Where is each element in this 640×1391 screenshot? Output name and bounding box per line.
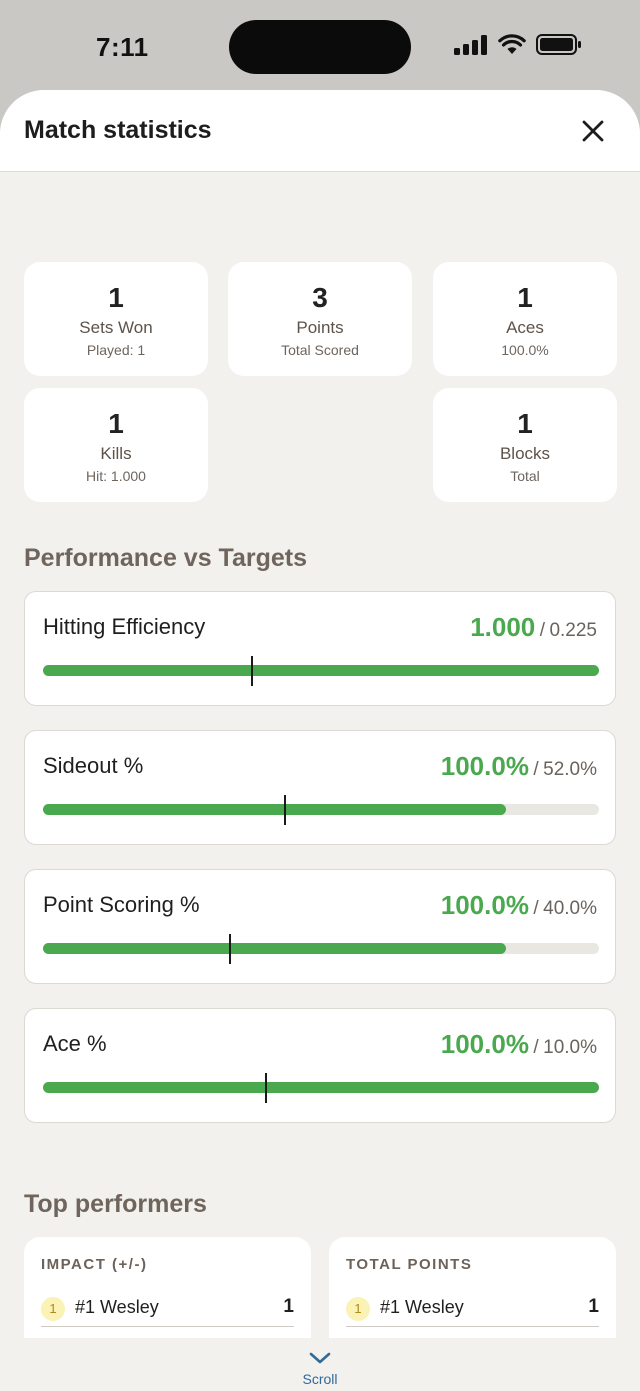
stat-card-sets-won: 1 Sets Won Played: 1 [24,262,208,376]
target-marker [284,795,287,825]
metric-card-point-scoring: Point Scoring % 100.0% / 40.0% [24,869,616,984]
scroll-button[interactable]: Scroll [0,1338,640,1391]
target-marker [228,934,231,964]
performer-card-header: IMPACT (+/-) [41,1256,148,1273]
metric-name: Sideout % [43,753,144,778]
progress-track [43,656,599,686]
stat-sub: 100.0% [501,342,549,358]
status-time: 7:11 [96,32,149,62]
close-icon [582,120,604,142]
metric-name: Point Scoring % [43,892,200,917]
metric-card-sideout: Sideout % 100.0% / 52.0% [24,730,616,845]
metric-target-value: 40.0% [543,898,597,919]
metric-card-hitting-efficiency: Hitting Efficiency 1.000 / 0.225 [24,591,616,706]
target-marker [264,1073,267,1103]
stat-label: Points [296,318,344,337]
battery-icon [536,34,581,55]
performance-section-title: Performance vs Targets [24,544,307,572]
metric-actual-value: 100.0% [440,751,529,781]
metric-separator: / [533,898,539,919]
stat-sub: Total Scored [281,342,359,358]
metric-values: 100.0% / 52.0% [441,751,597,782]
metric-card-ace: Ace % 100.0% / 10.0% [24,1008,616,1123]
metric-target-value: 10.0% [543,1037,597,1058]
stat-value: 1 [108,282,124,313]
chevron-down-icon [309,1352,331,1364]
stat-label: Blocks [499,444,551,463]
metric-actual-value: 100.0% [440,1029,529,1059]
stat-sub: Total [510,468,540,484]
rank-badge: 1 [41,1297,65,1321]
sheet-header: Match statistics [0,90,640,172]
metric-values: 100.0% / 10.0% [441,1029,597,1060]
progress-track [43,934,599,964]
dynamic-island [229,20,411,74]
performer-value: 1 [588,1296,599,1317]
metric-values: 1.000 / 0.225 [470,612,597,643]
metric-actual-value: 100.0% [440,890,529,920]
progress-track [43,795,599,825]
stat-card-points: 3 Points Total Scored [228,262,412,376]
performer-name: #1 Wesley [380,1297,464,1317]
stat-value: 1 [108,408,124,439]
stat-card-kills: 1 Kills Hit: 1.000 [24,388,208,502]
close-button[interactable] [576,114,610,148]
scroll-label: Scroll [302,1371,338,1387]
metric-target-value: 52.0% [543,759,597,780]
stat-value: 3 [312,282,328,313]
rank-badge: 1 [346,1297,370,1321]
performer-value: 1 [283,1296,294,1317]
stat-value: 1 [517,282,533,313]
stat-label: Sets Won [79,318,153,337]
stat-card-aces: 1 Aces 100.0% [433,262,617,376]
metric-name: Hitting Efficiency [43,614,206,639]
status-icons [454,34,582,55]
progress-track [43,1073,599,1103]
target-marker [250,656,253,686]
performer-card-header: TOTAL POINTS [346,1256,473,1273]
progress-fill [43,804,507,815]
progress-fill [43,943,507,954]
status-bar: 7:11 [0,0,640,96]
stat-label: Kills [100,444,132,463]
metric-values: 100.0% / 40.0% [441,890,597,921]
metric-target-value: 0.225 [549,620,597,641]
metric-separator: / [539,620,545,641]
progress-fill [43,1082,599,1093]
match-statistics-sheet: Match statistics 1 Sets Won Played: 1 3 … [0,90,640,1391]
performer-name: #1 Wesley [75,1297,159,1317]
performer-row[interactable]: 1 #1 Wesley 1 [346,1295,599,1327]
stat-label: Aces [506,318,544,337]
metric-separator: / [533,759,539,780]
metric-separator: / [533,1037,539,1058]
metric-name: Ace % [43,1031,107,1056]
progress-fill [43,665,599,676]
stat-sub: Played: 1 [86,342,146,358]
cellular-signal-icon [454,34,487,55]
sheet-title: Match statistics [24,116,212,144]
performer-row[interactable]: 1 #1 Wesley 1 [41,1295,294,1327]
stat-sub: Hit: 1.000 [86,468,146,484]
top-performers-title: Top performers [24,1190,207,1218]
stat-card-blocks: 1 Blocks Total [433,388,617,502]
wifi-icon [498,34,526,54]
metric-actual-value: 1.000 [470,612,536,642]
stat-value: 1 [517,408,533,439]
